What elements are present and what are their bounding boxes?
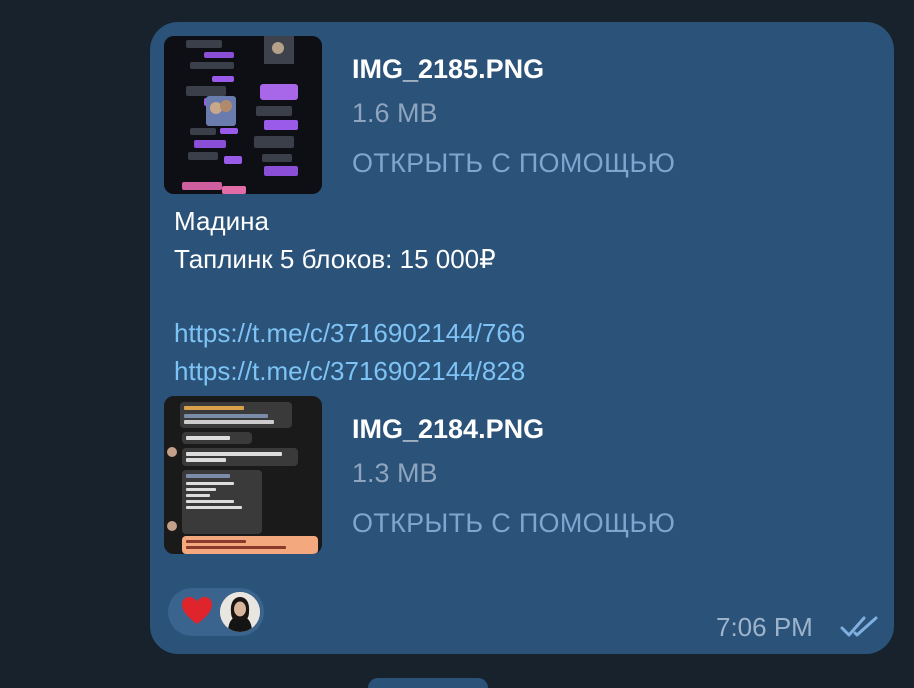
avatar — [220, 592, 260, 632]
message-text-line-2: Таплинк 5 блоков: 15 000₽ — [174, 244, 496, 274]
open-with-button-2[interactable]: ОТКРЫТЬ С ПОМОЩЬЮ — [352, 508, 675, 539]
screenshot-preview-image — [164, 36, 322, 194]
file-thumbnail-2[interactable] — [164, 396, 322, 554]
message-link-1[interactable]: https://t.me/c/3716902144/766 — [174, 318, 525, 349]
screenshot-preview-image — [164, 396, 322, 554]
file-size-2: 1.3 MB — [352, 458, 438, 488]
double-check-icon — [840, 616, 878, 637]
message-text-line-1: Мадина — [174, 206, 269, 236]
heart-icon — [182, 597, 212, 624]
message-bubble[interactable]: IMG_2185.PNG 1.6 MB ОТКРЫТЬ С ПОМОЩЬЮ Ма… — [150, 22, 894, 654]
next-message-edge — [368, 678, 488, 688]
file-name-2: IMG_2184.PNG — [352, 414, 545, 444]
reaction-pill[interactable] — [168, 588, 264, 636]
file-name-1: IMG_2185.PNG — [352, 54, 545, 84]
message-link-2[interactable]: https://t.me/c/3716902144/828 — [174, 356, 525, 387]
open-with-button-1[interactable]: ОТКРЫТЬ С ПОМОЩЬЮ — [352, 148, 675, 179]
file-size-1: 1.6 MB — [352, 98, 438, 128]
file-thumbnail-1[interactable] — [164, 36, 322, 194]
message-time: 7:06 PM — [716, 612, 813, 642]
